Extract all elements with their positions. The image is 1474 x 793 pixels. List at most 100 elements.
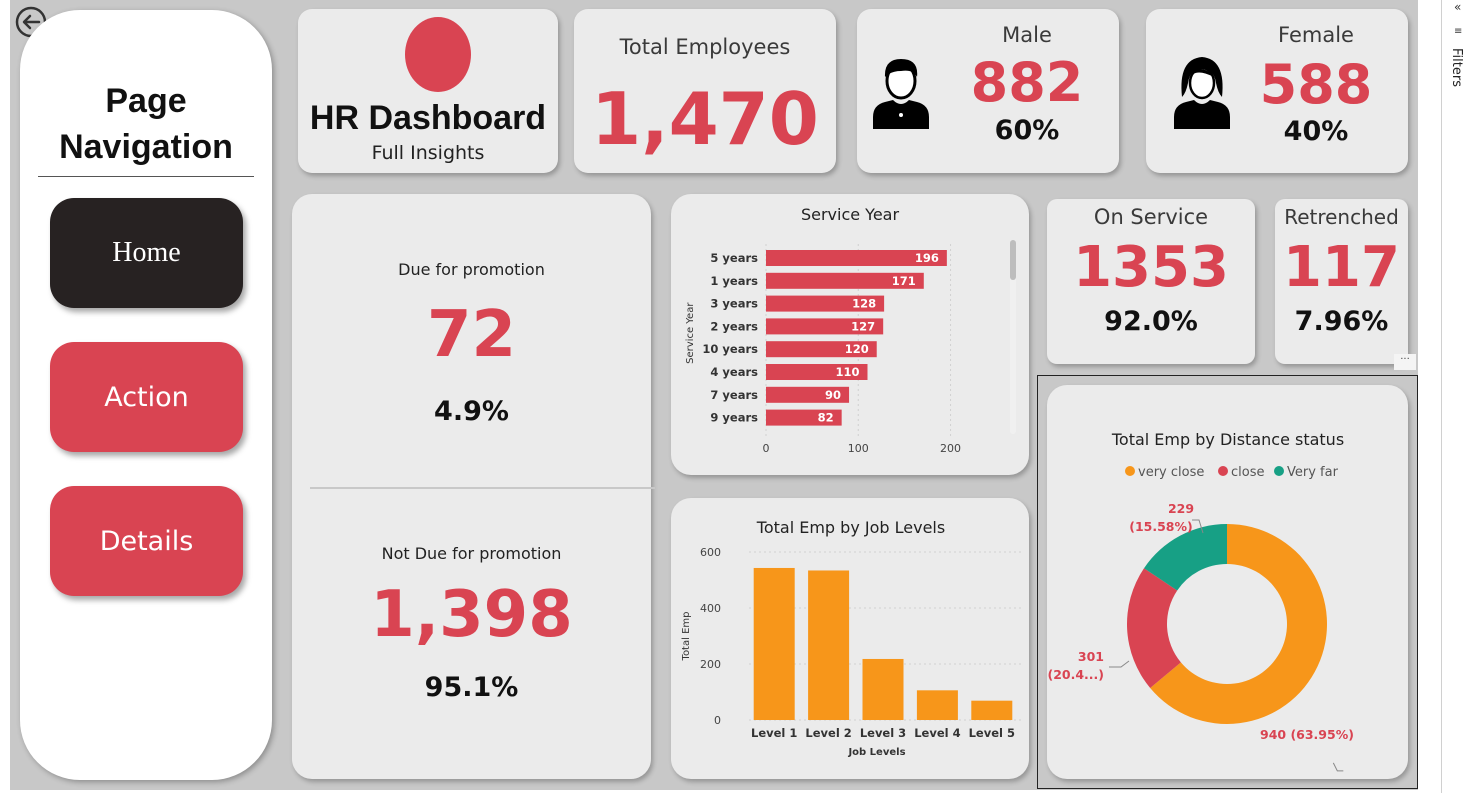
service-year-scrollbar-thumb (1010, 240, 1016, 280)
female-user-icon (1174, 57, 1230, 129)
service-year-category-label: 9 years (710, 411, 758, 425)
service-year-x-tick: 200 (940, 442, 961, 455)
female-percent: 40% (1283, 116, 1349, 147)
on-service-percent: 92.0% (1104, 306, 1198, 337)
service-year-category-label: 7 years (710, 388, 758, 402)
brand-card: HR Dashboard Full Insights (298, 9, 558, 173)
details-button-label: Details (99, 525, 194, 557)
service-year-data-label: 128 (852, 297, 876, 311)
promotion-divider (310, 487, 655, 489)
home-button[interactable]: Home (50, 198, 243, 308)
female-card: Female 588 40% (1146, 9, 1408, 173)
service-year-data-label: 90 (825, 388, 841, 402)
retrenched-card: Retrenched 117 7.96% (1275, 199, 1408, 364)
brand-title: HR Dashboard (309, 99, 547, 137)
promotion-card: Due for promotion 72 4.9% Not Due for pr… (292, 194, 655, 779)
job-levels-category-label: Level 3 (860, 726, 906, 740)
more-options-label: ··· (1400, 354, 1410, 365)
retrenched-value: 117 (1283, 235, 1400, 300)
job-levels-category-label: Level 5 (969, 726, 1015, 740)
job-levels-y-axis-label: Total Emp (681, 612, 692, 662)
distance-data-label-very-close: 940 (63.95%) (1260, 727, 1354, 742)
more-options-button[interactable]: ··· (1394, 354, 1416, 370)
job-levels-category-label: Level 2 (805, 726, 851, 740)
service-year-category-label: 2 years (710, 319, 758, 333)
on-service-value: 1353 (1073, 235, 1229, 300)
home-button-label: Home (112, 237, 181, 268)
distance-legend-swatch (1218, 466, 1228, 476)
action-button[interactable]: Action (50, 342, 243, 452)
male-percent: 60% (994, 115, 1060, 146)
service-year-data-label: 120 (845, 342, 869, 356)
on-service-label: On Service (1093, 205, 1209, 229)
service-year-card: Service Year Service Year 0 100 200 5 years 19… (671, 194, 1029, 475)
job-levels-bar (916, 690, 958, 720)
job-levels-category-label: Level 4 (914, 726, 960, 740)
service-year-x-tick: 100 (848, 442, 869, 455)
service-year-title: Service Year (801, 205, 900, 224)
due-promotion-percent: 4.9% (434, 396, 509, 427)
job-levels-y-tick: 200 (700, 658, 721, 671)
distance-legend-label: Very far (1287, 465, 1339, 480)
distance-legend-swatch (1125, 466, 1135, 476)
distance-card: Total Emp by Distance status very close cl… (1047, 385, 1408, 779)
distance-legend-label: very close (1138, 465, 1204, 480)
distance-legend-swatch (1274, 466, 1284, 476)
retrenched-label: Retrenched (1284, 205, 1399, 229)
distance-data-label-very-far-percent: (15.58%) (1129, 519, 1193, 534)
total-employees-value: 1,470 (591, 77, 819, 161)
service-year-data-label: 171 (892, 274, 916, 288)
service-year-data-label: 82 (818, 411, 834, 425)
job-levels-title: Total Emp by Job Levels (756, 518, 945, 537)
job-levels-x-axis-label: Job Levels (847, 747, 905, 758)
filters-pane[interactable]: « ≡ Filters (1441, 0, 1474, 793)
job-levels-card: Total Emp by Job Levels 0 200 400 600 Total E… (671, 498, 1029, 779)
service-year-y-axis-label: Service Year (685, 302, 696, 364)
job-levels-y-tick: 600 (700, 546, 721, 559)
service-year-category-label: 5 years (710, 251, 758, 265)
female-label: Female (1278, 23, 1354, 47)
retrenched-percent: 7.96% (1294, 306, 1389, 337)
distance-data-label-close-percent: (20.4...) (1047, 667, 1104, 682)
service-year-data-label: 127 (851, 319, 875, 333)
job-levels-bar (971, 700, 1013, 720)
details-button[interactable]: Details (50, 486, 243, 596)
not-due-promotion-percent: 95.1% (424, 672, 519, 703)
service-year-chart: Service Year Service Year 0 100 200 5 years 19… (685, 205, 1016, 455)
male-label: Male (1002, 23, 1052, 47)
due-promotion-label: Due for promotion (398, 260, 545, 279)
job-levels-bar (862, 658, 904, 720)
distance-data-label-very-far-value: 229 (1168, 501, 1194, 516)
job-levels-y-tick: 0 (714, 714, 721, 727)
navigation-title-line2: Navigation (59, 128, 233, 166)
distance-chart-title: Total Emp by Distance status (1111, 430, 1344, 449)
service-year-category-label: 3 years (710, 297, 758, 311)
service-year-x-tick: 0 (763, 442, 770, 455)
job-levels-chart: Total Emp by Job Levels 0 200 400 600 Total E… (681, 518, 1023, 758)
not-due-promotion-value: 1,398 (370, 578, 573, 652)
job-levels-category-label: Level 1 (751, 726, 797, 740)
due-promotion-value: 72 (426, 298, 517, 372)
distance-visual-frame[interactable]: Total Emp by Distance status very close cl… (1037, 375, 1418, 789)
job-levels-bar (808, 570, 850, 720)
total-employees-label: Total Employees (619, 35, 791, 59)
collapse-chevron-icon[interactable]: « (1454, 0, 1461, 14)
brand-subtitle: Full Insights (371, 142, 485, 164)
distance-label-leader (1109, 660, 1130, 668)
filters-label[interactable]: Filters (1449, 48, 1464, 87)
service-year-category-label: 1 years (710, 274, 758, 288)
distance-legend-label: close (1231, 465, 1264, 480)
filter-icon: ≡ (1454, 26, 1463, 37)
distance-data-label-close-value: 301 (1078, 649, 1104, 664)
navigation-title: Page Navigation (20, 78, 272, 170)
distance-donut-chart: Total Emp by Distance status very close cl… (1047, 430, 1354, 772)
male-value: 882 (970, 51, 1084, 114)
service-year-category-label: 4 years (710, 365, 758, 379)
job-levels-bar (753, 567, 795, 720)
navigation-divider (38, 176, 254, 177)
dashboard-canvas: Page Navigation Home Action Details HR D… (0, 0, 1474, 793)
not-due-promotion-label: Not Due for promotion (381, 544, 562, 563)
job-levels-y-tick: 400 (700, 602, 721, 615)
report-page: Page Navigation Home Action Details HR D… (10, 0, 1418, 790)
action-button-label: Action (104, 381, 189, 413)
